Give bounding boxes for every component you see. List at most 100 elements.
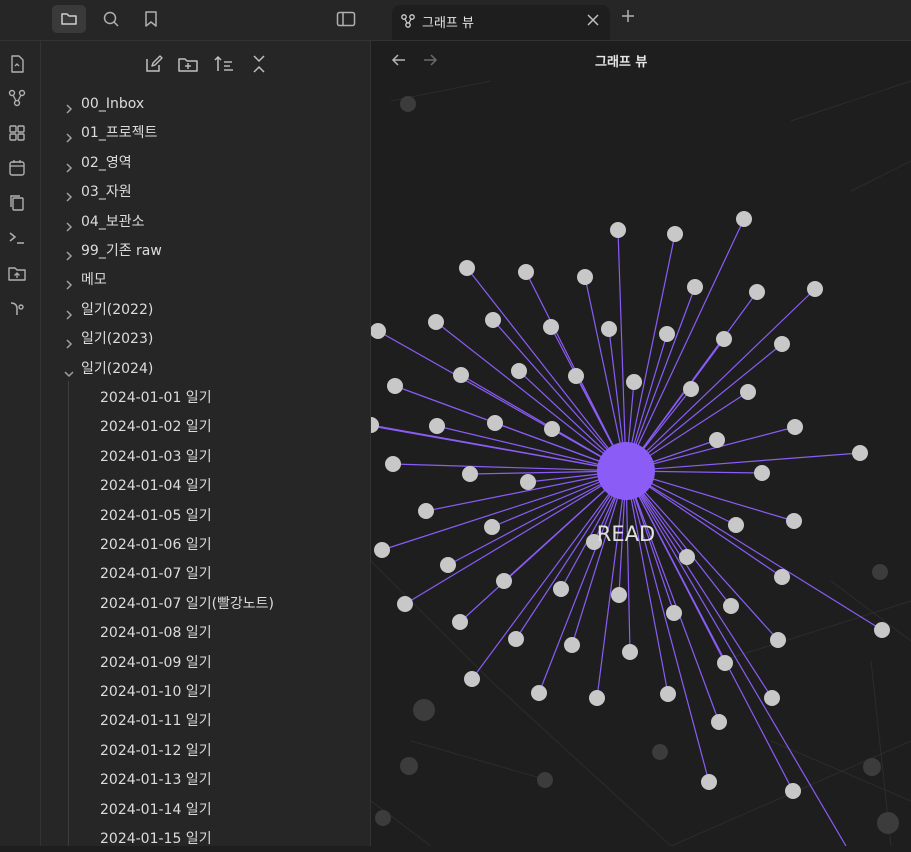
- graph-view[interactable]: READ 그래프 뷰: [371, 41, 911, 846]
- command-icon[interactable]: [7, 228, 27, 248]
- graph-node[interactable]: [611, 587, 627, 603]
- graph-node[interactable]: [371, 323, 386, 339]
- graph-node[interactable]: [564, 637, 580, 653]
- graph-node[interactable]: [683, 381, 699, 397]
- sidebar-toggle-icon[interactable]: [329, 5, 363, 33]
- graph-node[interactable]: [764, 690, 780, 706]
- graph-node-dim[interactable]: [375, 810, 391, 826]
- new-folder-icon[interactable]: [177, 53, 199, 75]
- file-item[interactable]: 2024-01-01 일기: [41, 385, 370, 411]
- graph-node[interactable]: [610, 222, 626, 238]
- folder-item[interactable]: 일기(2023): [41, 326, 370, 352]
- graph-node[interactable]: [508, 631, 524, 647]
- folder-item[interactable]: 99_기존 raw: [41, 238, 370, 264]
- graph-node[interactable]: [736, 211, 752, 227]
- folder-item[interactable]: 03_자원: [41, 179, 370, 205]
- graph-node[interactable]: [543, 319, 559, 335]
- graph-node[interactable]: [387, 378, 403, 394]
- file-item[interactable]: 2024-01-07 일기: [41, 561, 370, 587]
- graph-node[interactable]: [774, 569, 790, 585]
- graph-node[interactable]: [666, 605, 682, 621]
- folder-item[interactable]: 일기(2022): [41, 297, 370, 323]
- folder-item[interactable]: 00_Inbox: [41, 91, 370, 117]
- folder-item[interactable]: 메모: [41, 267, 370, 293]
- graph-node[interactable]: [622, 644, 638, 660]
- graph-node[interactable]: [786, 513, 802, 529]
- canvas-icon[interactable]: [7, 123, 27, 143]
- graph-canvas[interactable]: READ: [371, 41, 911, 846]
- graph-icon[interactable]: [7, 88, 27, 108]
- graph-node[interactable]: [553, 581, 569, 597]
- graph-node[interactable]: [485, 312, 501, 328]
- graph-node[interactable]: [807, 281, 823, 297]
- graph-node-dim[interactable]: [400, 757, 418, 775]
- graph-node-dim[interactable]: [413, 699, 435, 721]
- collapse-icon[interactable]: [248, 53, 270, 75]
- graph-node[interactable]: [440, 557, 456, 573]
- graph-node[interactable]: [701, 774, 717, 790]
- graph-node-dim[interactable]: [863, 758, 881, 776]
- graph-node[interactable]: [589, 690, 605, 706]
- graph-node[interactable]: [723, 598, 739, 614]
- graph-node[interactable]: [754, 465, 770, 481]
- graph-node[interactable]: [511, 363, 527, 379]
- file-item[interactable]: 2024-01-11 일기: [41, 708, 370, 734]
- graph-node[interactable]: [453, 367, 469, 383]
- graph-node[interactable]: [728, 517, 744, 533]
- graph-node[interactable]: [429, 418, 445, 434]
- graph-node[interactable]: [487, 415, 503, 431]
- graph-node[interactable]: [667, 226, 683, 242]
- bookmark-icon[interactable]: [134, 5, 168, 33]
- sort-icon[interactable]: [213, 53, 235, 75]
- file-item[interactable]: 2024-01-07 일기(빨강노트): [41, 591, 370, 617]
- file-item[interactable]: 2024-01-04 일기: [41, 473, 370, 499]
- file-item[interactable]: 2024-01-03 일기: [41, 444, 370, 470]
- graph-node[interactable]: [874, 622, 890, 638]
- graph-node[interactable]: [496, 573, 512, 589]
- graph-node[interactable]: [660, 686, 676, 702]
- file-item[interactable]: 2024-01-08 일기: [41, 620, 370, 646]
- file-item[interactable]: 2024-01-06 일기: [41, 532, 370, 558]
- file-item[interactable]: 2024-01-14 일기: [41, 797, 370, 823]
- graph-node-dim[interactable]: [652, 744, 668, 760]
- graph-node[interactable]: [531, 685, 547, 701]
- graph-node[interactable]: [518, 264, 534, 280]
- graph-node[interactable]: [774, 336, 790, 352]
- graph-node[interactable]: [418, 503, 434, 519]
- upload-icon[interactable]: [7, 263, 27, 283]
- folder-item-open[interactable]: 일기(2024): [41, 356, 370, 382]
- close-icon[interactable]: [586, 13, 600, 31]
- graph-node[interactable]: [385, 456, 401, 472]
- graph-node[interactable]: [374, 542, 390, 558]
- file-item[interactable]: 2024-01-15 일기: [41, 826, 370, 852]
- graph-node[interactable]: [711, 714, 727, 730]
- file-item[interactable]: 2024-01-10 일기: [41, 679, 370, 705]
- graph-node[interactable]: [544, 421, 560, 437]
- search-icon[interactable]: [94, 5, 128, 33]
- graph-node[interactable]: [709, 432, 725, 448]
- graph-node[interactable]: [452, 614, 468, 630]
- git-icon[interactable]: [7, 298, 27, 318]
- folder-item[interactable]: 02_영역: [41, 150, 370, 176]
- folder-icon[interactable]: [52, 5, 86, 33]
- graph-node[interactable]: [749, 284, 765, 300]
- graph-node[interactable]: [428, 314, 444, 330]
- graph-node[interactable]: [626, 374, 642, 390]
- templates-icon[interactable]: [7, 193, 27, 213]
- graph-node[interactable]: [397, 596, 413, 612]
- calendar-icon[interactable]: [7, 158, 27, 178]
- graph-node[interactable]: [716, 331, 732, 347]
- graph-node[interactable]: [464, 671, 480, 687]
- file-item[interactable]: 2024-01-09 일기: [41, 650, 370, 676]
- graph-node[interactable]: [785, 783, 801, 799]
- folder-item[interactable]: 04_보관소: [41, 209, 370, 235]
- graph-node-dim[interactable]: [872, 564, 888, 580]
- graph-node[interactable]: [459, 260, 475, 276]
- graph-node[interactable]: [740, 384, 756, 400]
- graph-node[interactable]: [787, 419, 803, 435]
- graph-node[interactable]: [770, 632, 786, 648]
- graph-node[interactable]: [717, 655, 733, 671]
- folder-item[interactable]: 01_프로젝트: [41, 120, 370, 146]
- file-switcher-icon[interactable]: [7, 54, 27, 74]
- graph-node-dim[interactable]: [877, 812, 899, 834]
